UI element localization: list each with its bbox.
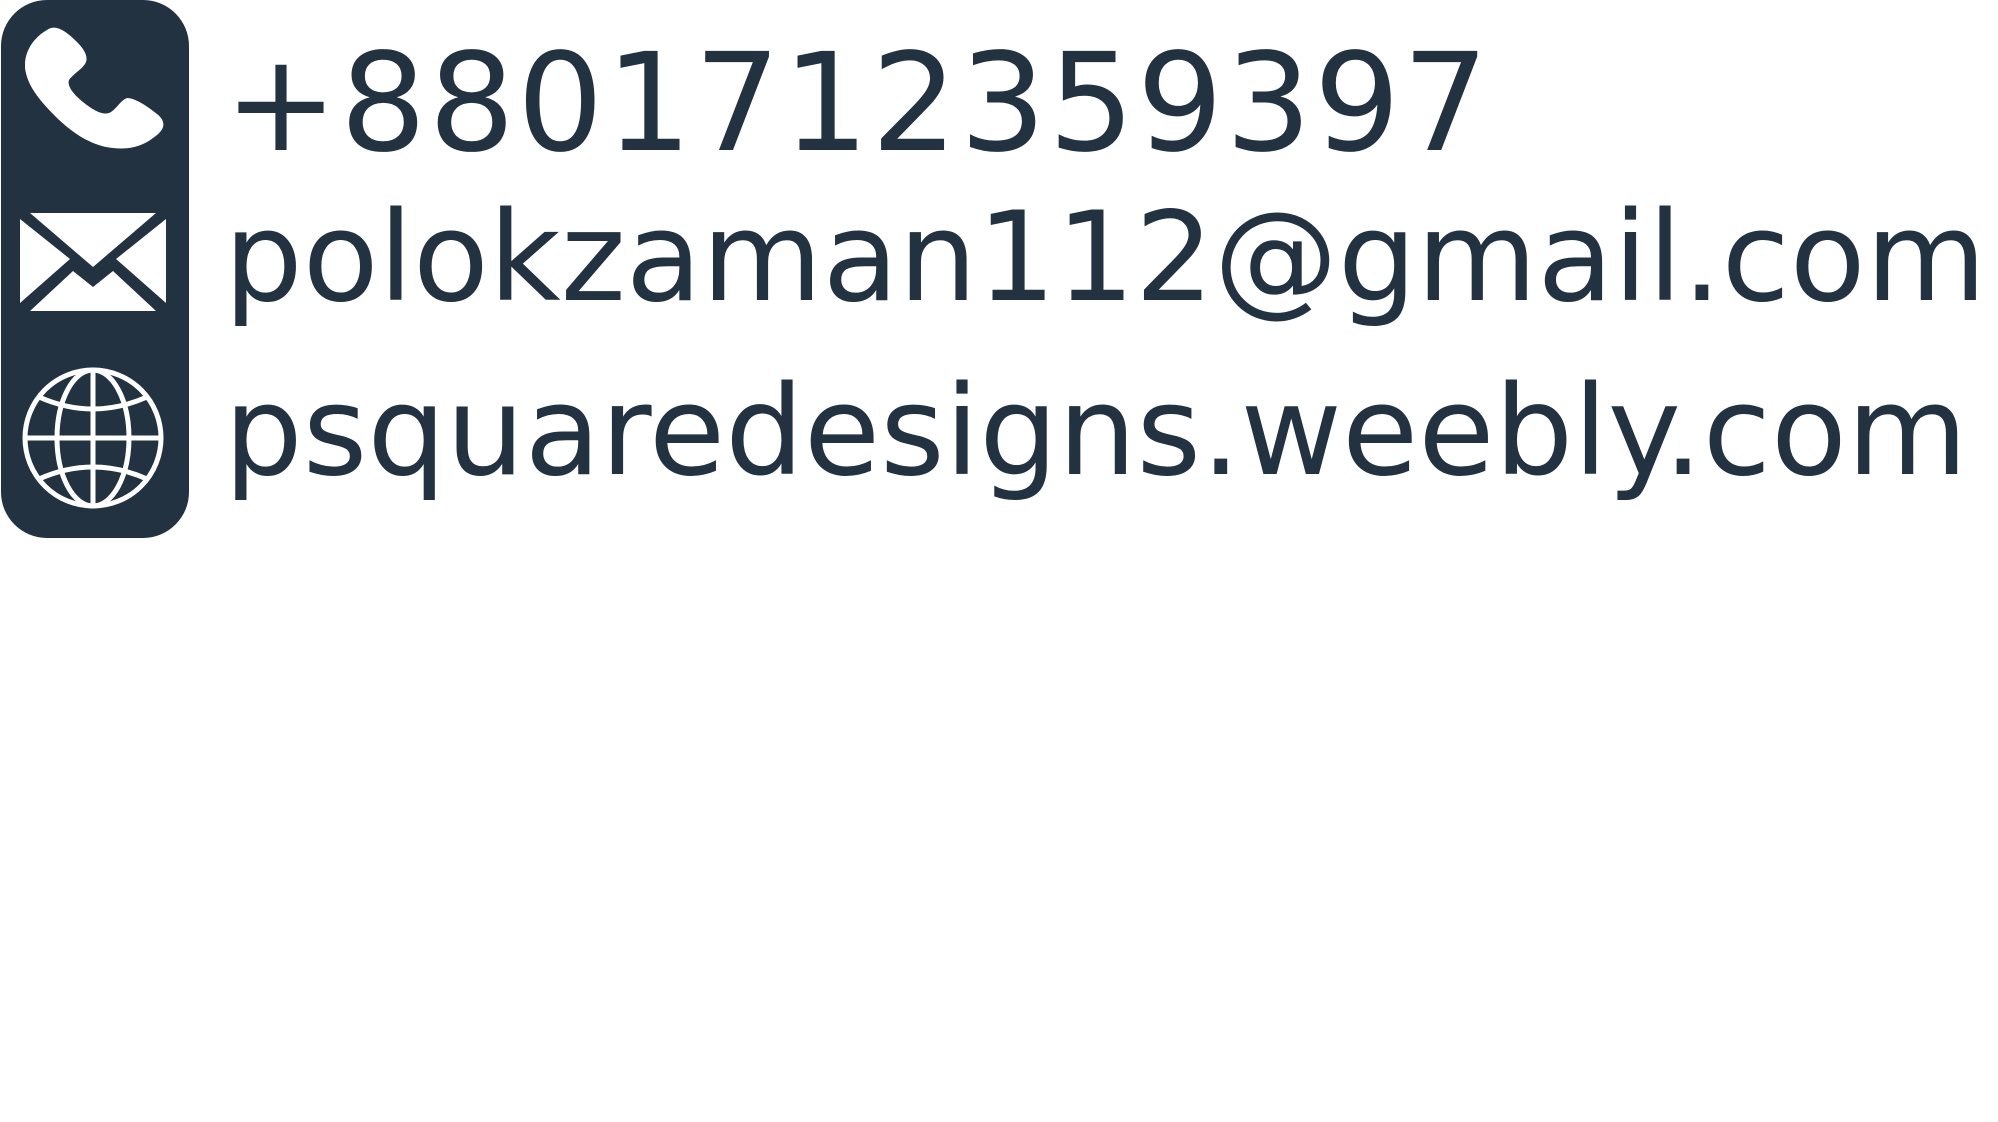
phone-icon bbox=[25, 26, 177, 156]
envelope-icon bbox=[20, 213, 166, 311]
website-url: psquaredesigns.weebly.com bbox=[224, 360, 1968, 504]
globe-icon bbox=[21, 365, 165, 511]
phone-number: +8801712359397 bbox=[224, 25, 1491, 183]
email-address: polokzaman112@gmail.com bbox=[224, 186, 1987, 330]
contact-icon-bar bbox=[1, 0, 189, 538]
